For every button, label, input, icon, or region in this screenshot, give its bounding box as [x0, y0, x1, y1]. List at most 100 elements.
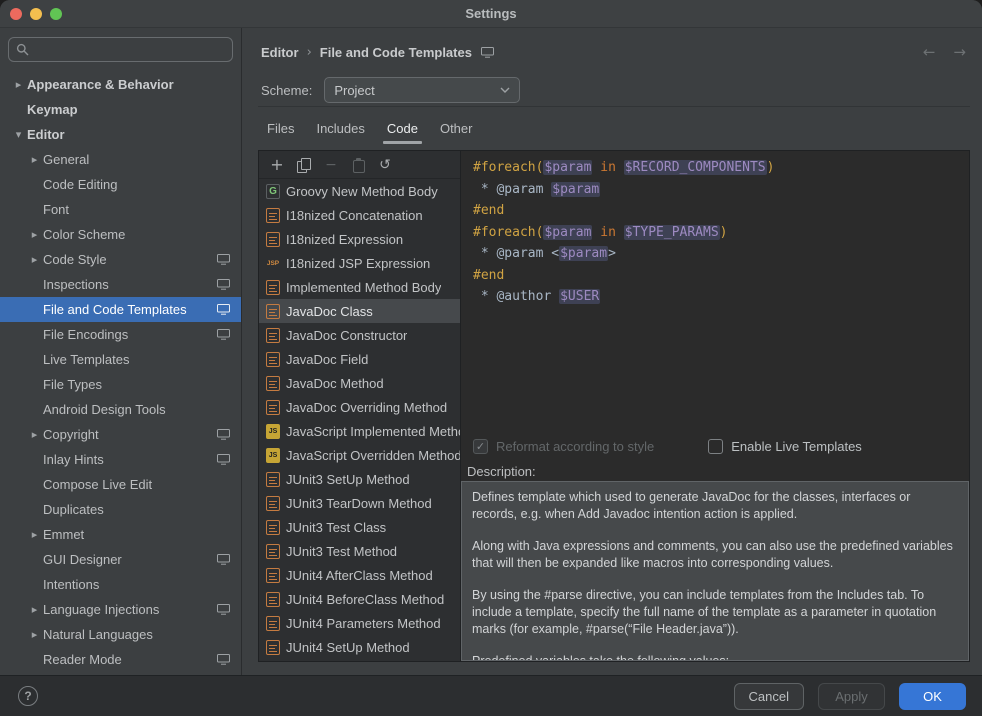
tree-item-emmet[interactable]: Emmet	[0, 522, 241, 547]
checkbox-unchecked-icon	[708, 439, 723, 454]
dialog-footer: ? Cancel Apply OK	[0, 675, 982, 716]
tab-files[interactable]: Files	[257, 112, 304, 144]
reset-to-default-button[interactable]	[374, 155, 396, 175]
tree-item-label: File Types	[43, 377, 102, 392]
reformat-checkbox[interactable]: Reformat according to style	[473, 439, 654, 454]
back-button[interactable]: ←	[923, 43, 936, 61]
tree-item-appearance-behavior[interactable]: Appearance & Behavior	[0, 72, 241, 97]
tree-item-code-editing[interactable]: Code Editing	[0, 172, 241, 197]
chevron-icon	[26, 228, 43, 241]
copy-template-button[interactable]	[293, 155, 315, 175]
template-code-editor[interactable]: #foreach($param in $RECORD_COMPONENTS) *…	[461, 151, 969, 431]
tab-includes[interactable]: Includes	[306, 112, 374, 144]
tree-item-intentions[interactable]: Intentions	[0, 572, 241, 597]
templates-panel: Groovy New Method Body I18nized Concaten…	[258, 150, 970, 662]
template-list-item-junit4-beforeclass-method[interactable]: JUnit4 BeforeClass Method	[259, 587, 460, 611]
paste-template-button[interactable]	[347, 155, 369, 175]
enable-live-templates-checkbox[interactable]: Enable Live Templates	[708, 439, 862, 454]
template-type-icon	[266, 208, 280, 223]
help-button[interactable]: ?	[18, 686, 38, 706]
apply-button[interactable]: Apply	[818, 683, 885, 710]
template-list-item-groovy-new-method-body[interactable]: Groovy New Method Body	[259, 179, 460, 203]
tree-item-copyright[interactable]: Copyright	[0, 422, 241, 447]
tree-item-duplicates[interactable]: Duplicates	[0, 497, 241, 522]
template-list-item-junit4-setup-method[interactable]: JUnit4 SetUp Method	[259, 635, 460, 659]
tree-item-live-templates[interactable]: Live Templates	[0, 347, 241, 372]
tree-item-label: Duplicates	[43, 502, 104, 517]
tree-item-gui-designer[interactable]: GUI Designer	[0, 547, 241, 572]
traffic-lights	[10, 8, 62, 20]
tree-item-compose-live-edit[interactable]: Compose Live Edit	[0, 472, 241, 497]
tree-item-label: Natural Languages	[43, 627, 153, 642]
template-list-item-implemented-method-body[interactable]: Implemented Method Body	[259, 275, 460, 299]
tree-item-editor[interactable]: Editor	[0, 122, 241, 147]
tab-label: Files	[267, 121, 294, 136]
tree-item-color-scheme[interactable]: Color Scheme	[0, 222, 241, 247]
minimize-window-button[interactable]	[30, 8, 42, 20]
template-list-item-junit4-afterclass-method[interactable]: JUnit4 AfterClass Method	[259, 563, 460, 587]
reformat-checkbox-label: Reformat according to style	[496, 439, 654, 454]
tree-item-reader-mode[interactable]: Reader Mode	[0, 647, 241, 672]
breadcrumb-editor[interactable]: Editor	[261, 45, 299, 60]
template-list-item-javadoc-field[interactable]: JavaDoc Field	[259, 347, 460, 371]
cancel-button[interactable]: Cancel	[734, 683, 804, 710]
tree-item-inspections[interactable]: Inspections	[0, 272, 241, 297]
settings-search-box[interactable]	[8, 37, 233, 62]
template-type-icon	[266, 400, 280, 415]
template-list-item-javadoc-method[interactable]: JavaDoc Method	[259, 371, 460, 395]
remove-template-button[interactable]	[320, 155, 342, 175]
template-list-item-i18nized-expression[interactable]: I18nized Expression	[259, 227, 460, 251]
chevron-down-icon	[500, 87, 510, 93]
template-list[interactable]: Groovy New Method Body I18nized Concaten…	[259, 179, 460, 661]
tab-other[interactable]: Other	[430, 112, 483, 144]
tree-item-label: Editor	[27, 127, 65, 142]
template-list-item-junit3-test-method[interactable]: JUnit3 Test Method	[259, 539, 460, 563]
tab-code[interactable]: Code	[377, 112, 428, 144]
template-list-item-i18nized-concatenation[interactable]: I18nized Concatenation	[259, 203, 460, 227]
tree-item-language-injections[interactable]: Language Injections	[0, 597, 241, 622]
shared-settings-icon	[217, 254, 230, 265]
template-list-item-javascript-implemented-method-body[interactable]: JavaScript Implemented Method Body	[259, 419, 460, 443]
template-list-item-javadoc-constructor[interactable]: JavaDoc Constructor	[259, 323, 460, 347]
forward-button[interactable]: →	[953, 43, 966, 61]
template-type-icon	[266, 352, 280, 367]
template-label: JavaDoc Overriding Method	[286, 400, 447, 415]
scheme-select[interactable]: Project	[324, 77, 520, 103]
zoom-window-button[interactable]	[50, 8, 62, 20]
template-label: JUnit4 AfterClass Method	[286, 568, 433, 583]
template-list-item-junit3-teardown-method[interactable]: JUnit3 TearDown Method	[259, 491, 460, 515]
template-list-panel: Groovy New Method Body I18nized Concaten…	[259, 151, 461, 661]
tree-item-code-style[interactable]: Code Style	[0, 247, 241, 272]
shared-settings-icon	[217, 329, 230, 340]
tree-item-inlay-hints[interactable]: Inlay Hints	[0, 447, 241, 472]
template-list-item-junit4-parameters-method[interactable]: JUnit4 Parameters Method	[259, 611, 460, 635]
template-list-item-junit3-setup-method[interactable]: JUnit3 SetUp Method	[259, 467, 460, 491]
ok-button[interactable]: OK	[899, 683, 966, 710]
tree-item-file-encodings[interactable]: File Encodings	[0, 322, 241, 347]
template-list-item-javadoc-class[interactable]: JavaDoc Class	[259, 299, 460, 323]
template-label: I18nized Expression	[286, 232, 403, 247]
tree-item-natural-languages[interactable]: Natural Languages	[0, 622, 241, 647]
template-list-item-i18nized-jsp-expression[interactable]: I18nized JSP Expression	[259, 251, 460, 275]
tree-item-file-types[interactable]: File Types	[0, 372, 241, 397]
shared-settings-icon	[217, 554, 230, 565]
template-list-item-junit3-test-class[interactable]: JUnit3 Test Class	[259, 515, 460, 539]
template-list-item-javascript-overridden-method-body[interactable]: JavaScript Overridden Method Body	[259, 443, 460, 467]
tree-item-file-and-code-templates[interactable]: File and Code Templates	[0, 297, 241, 322]
tree-item-label: Compose Live Edit	[43, 477, 152, 492]
tree-item-android-design-tools[interactable]: Android Design Tools	[0, 397, 241, 422]
settings-sidebar: Appearance & Behavior Keymap	[0, 28, 242, 675]
settings-search-input[interactable]	[34, 42, 225, 58]
description-box[interactable]: Defines template which used to generate …	[461, 481, 969, 661]
description-paragraph: Predefined variables take the following …	[472, 653, 958, 661]
add-template-button[interactable]	[266, 155, 288, 175]
tree-item-font[interactable]: Font	[0, 197, 241, 222]
close-window-button[interactable]	[10, 8, 22, 20]
tree-item-label: Reader Mode	[43, 652, 122, 667]
template-list-item-javadoc-overriding-method[interactable]: JavaDoc Overriding Method	[259, 395, 460, 419]
template-label: JUnit3 Test Method	[286, 544, 397, 559]
template-type-icon	[266, 472, 280, 487]
tree-item-general[interactable]: General	[0, 147, 241, 172]
settings-window: Settings Appearance & Behavior	[0, 0, 982, 716]
tree-item-keymap[interactable]: Keymap	[0, 97, 241, 122]
